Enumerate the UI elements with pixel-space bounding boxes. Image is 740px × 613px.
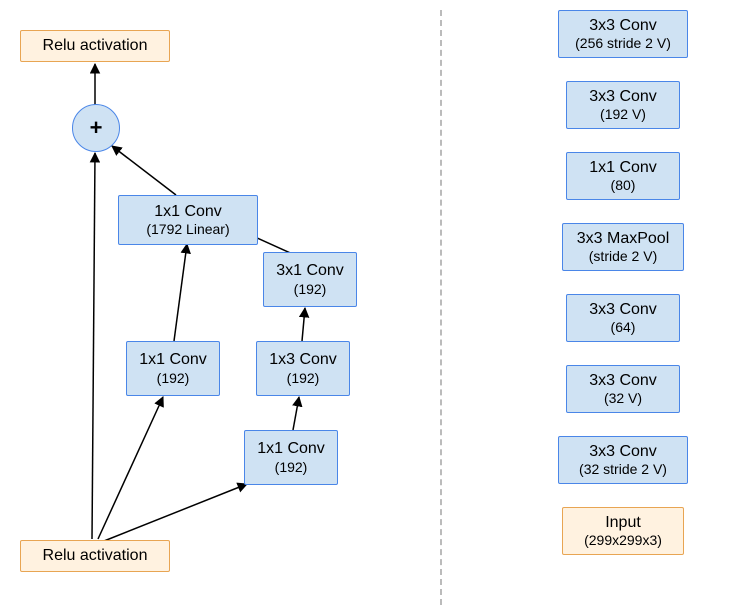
label: 1x1 Conv (257, 440, 325, 458)
stem-conv-64: 3x3 Conv (64) (566, 294, 680, 342)
label: 3x3 Conv (589, 88, 657, 106)
sublabel: (192) (275, 459, 308, 475)
stem-conv-32v: 3x3 Conv (32 V) (566, 365, 680, 413)
sublabel: (32 V) (604, 390, 642, 406)
column-divider (440, 10, 442, 605)
sublabel: (64) (611, 319, 636, 335)
label: 1x1 Conv (589, 159, 657, 177)
label: 3x3 Conv (589, 17, 657, 35)
add-node: + (72, 104, 120, 152)
sublabel: (299x299x3) (584, 532, 662, 548)
sublabel: (1792 Linear) (146, 221, 229, 237)
plus-icon: + (90, 115, 103, 141)
label: 3x3 Conv (589, 443, 657, 461)
sublabel: (192) (287, 370, 320, 386)
branch2-conv-1x3-192: 1x3 Conv (192) (256, 341, 350, 396)
sublabel: (192) (157, 370, 190, 386)
relu-activation-top: Relu activation (20, 30, 170, 62)
branch1-conv-1x1-192: 1x1 Conv (192) (126, 341, 220, 396)
relu-activation-bottom: Relu activation (20, 540, 170, 572)
stem-conv-32-stride2: 3x3 Conv (32 stride 2 V) (558, 436, 688, 484)
conv-1x1-1792-linear: 1x1 Conv (1792 Linear) (118, 195, 258, 245)
label: Relu activation (43, 37, 148, 55)
label: 3x3 MaxPool (577, 230, 670, 248)
stem-conv-192v: 3x3 Conv (192 V) (566, 81, 680, 129)
sublabel: (stride 2 V) (589, 248, 657, 264)
stem-conv-256-stride2: 3x3 Conv (256 stride 2 V) (558, 10, 688, 58)
label: 3x3 Conv (589, 372, 657, 390)
label: 3x3 Conv (589, 301, 657, 319)
label: Relu activation (43, 547, 148, 565)
label: 1x1 Conv (154, 203, 222, 221)
stem-maxpool-stride2: 3x3 MaxPool (stride 2 V) (562, 223, 684, 271)
sublabel: (192 V) (600, 106, 646, 122)
stem-conv-1x1-80: 1x1 Conv (80) (566, 152, 680, 200)
label: Input (605, 514, 641, 532)
branch2-conv-3x1-192: 3x1 Conv (192) (263, 252, 357, 307)
label: 3x1 Conv (276, 262, 344, 280)
sublabel: (32 stride 2 V) (579, 461, 667, 477)
diagram-canvas: Relu activation + 1x1 Conv (1792 Linear)… (0, 0, 740, 613)
stem-input-299x299x3: Input (299x299x3) (562, 507, 684, 555)
label: 1x3 Conv (269, 351, 337, 369)
sublabel: (192) (294, 281, 327, 297)
sublabel: (256 stride 2 V) (575, 35, 671, 51)
label: 1x1 Conv (139, 351, 207, 369)
sublabel: (80) (611, 177, 636, 193)
branch2-conv-1x1-192: 1x1 Conv (192) (244, 430, 338, 485)
